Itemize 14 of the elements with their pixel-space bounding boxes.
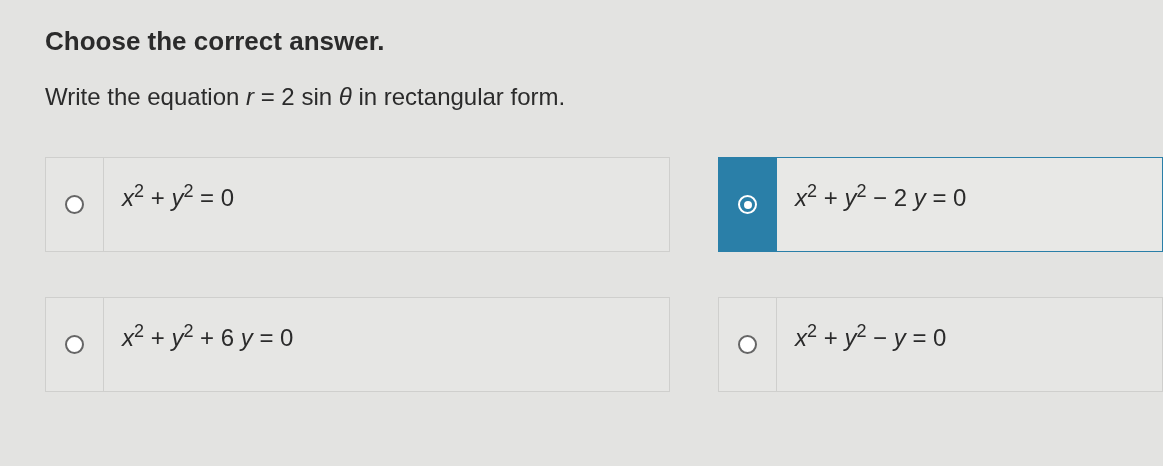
answer-option[interactable]: x$^{2}$ + y$^{2}$ = 0 — [45, 157, 670, 252]
option-label: x$^{2}$ + y$^{2}$ − y = 0 — [795, 320, 947, 353]
answer-option[interactable]: x$^{2}$ + y$^{2}$ + 6 y = 0 — [45, 297, 670, 392]
radio-icon — [65, 335, 84, 354]
option-label: x$^{2}$ + y$^{2}$ − 2 y = 0 — [795, 180, 967, 213]
option-label: x$^{2}$ + y$^{2}$ = 0 — [122, 180, 235, 213]
option-label: x$^{2}$ + y$^{2}$ + 6 y = 0 — [122, 320, 294, 353]
answer-option[interactable]: x$^{2}$ + y$^{2}$ − 2 y = 0 — [718, 157, 1163, 252]
radio-icon — [738, 195, 757, 214]
question-heading: Choose the correct answer. — [45, 25, 386, 58]
question-text: Write the equation r = 2 sin θ in rectangular form. — [45, 82, 567, 112]
answer-option[interactable]: x$^{2}$ + y$^{2}$ − y = 0 — [718, 297, 1163, 392]
radio-icon — [65, 195, 84, 214]
radio-icon — [738, 335, 757, 354]
